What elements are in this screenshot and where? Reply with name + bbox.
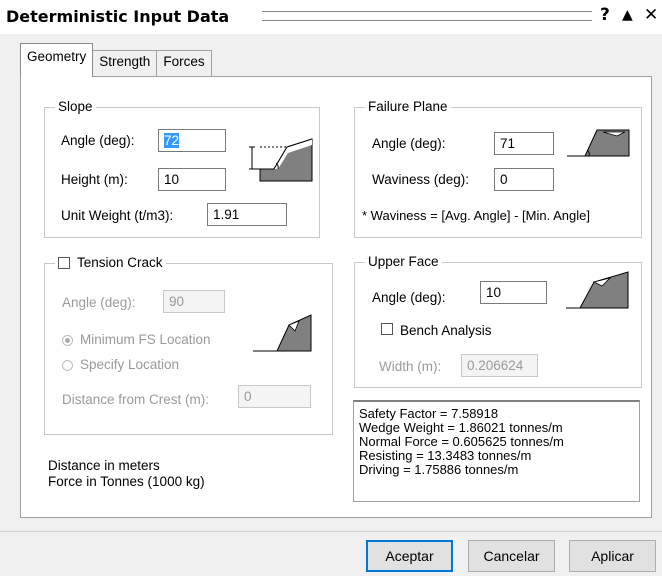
resisting-result: Resisting = 13.3483 tonnes/m	[359, 448, 532, 463]
tab-geometry[interactable]: Geometry	[20, 43, 94, 77]
tab-bar: Geometry Strength Forces	[20, 43, 212, 77]
failure-angle-label: Angle (deg):	[372, 136, 446, 151]
cancel-button[interactable]: Cancelar	[468, 540, 555, 572]
min-fs-radio[interactable]	[62, 334, 73, 346]
distance-crest-input[interactable]	[238, 385, 311, 408]
slope-diagram-icon	[249, 138, 313, 182]
slope-height-input[interactable]	[158, 168, 226, 191]
waviness-note: * Waviness = [Avg. Angle] - [Min. Angle]	[362, 208, 590, 223]
failure-plane-legend: Failure Plane	[365, 99, 451, 114]
slope-height-label: Height (m):	[61, 172, 128, 187]
bench-analysis-option[interactable]: Bench Analysis	[381, 323, 492, 338]
min-fs-option[interactable]: Minimum FS Location	[62, 332, 211, 347]
tension-crack-diagram-icon	[253, 314, 312, 352]
footer-divider	[0, 531, 662, 532]
close-icon[interactable]: ✕	[644, 5, 658, 25]
upper-angle-input[interactable]	[480, 281, 547, 304]
upper-face-diagram-icon	[566, 271, 629, 309]
distance-units-note: Distance in meters	[48, 458, 160, 473]
bench-analysis-checkbox[interactable]	[381, 323, 393, 335]
slope-angle-value: 72	[164, 133, 180, 148]
collapse-icon[interactable]: ▲	[622, 7, 633, 23]
force-units-note: Force in Tonnes (1000 kg)	[48, 474, 205, 489]
specify-location-label: Specify Location	[80, 357, 180, 372]
min-fs-label: Minimum FS Location	[80, 332, 211, 347]
help-icon[interactable]: ?	[600, 5, 610, 25]
waviness-input[interactable]	[494, 168, 554, 191]
failure-angle-input[interactable]	[494, 132, 554, 155]
safety-factor-result: Safety Factor = 7.58918	[359, 406, 499, 421]
waviness-label: Waviness (deg):	[372, 172, 470, 187]
tab-forces[interactable]: Forces	[156, 50, 212, 76]
tension-angle-input[interactable]	[163, 290, 225, 313]
tension-crack-legend: Tension Crack	[55, 255, 166, 270]
window-title: Deterministic Input Data	[6, 7, 230, 26]
slope-unit-weight-label: Unit Weight (t/m3):	[61, 208, 174, 223]
results-box: Safety Factor = 7.58918 Wedge Weight = 1…	[353, 400, 640, 502]
specify-location-radio[interactable]	[62, 359, 73, 371]
slope-unit-weight-input[interactable]	[207, 203, 287, 226]
tension-crack-checkbox[interactable]	[58, 256, 70, 269]
slope-angle-label: Angle (deg):	[61, 133, 135, 148]
slope-legend: Slope	[55, 99, 96, 114]
failure-plane-diagram-icon	[567, 129, 630, 157]
tension-angle-label: Angle (deg):	[62, 295, 136, 310]
bench-analysis-label: Bench Analysis	[400, 323, 492, 338]
wedge-weight-result: Wedge Weight = 1.86021 tonnes/m	[359, 420, 563, 435]
bench-width-label: Width (m):	[379, 359, 442, 374]
tab-strength[interactable]: Strength	[92, 50, 158, 76]
specify-location-option[interactable]: Specify Location	[62, 357, 179, 372]
tension-crack-label: Tension Crack	[77, 255, 163, 270]
driving-result: Driving = 1.75886 tonnes/m	[359, 462, 519, 477]
accept-button[interactable]: Aceptar	[366, 540, 453, 572]
title-divider	[262, 11, 592, 21]
upper-face-legend: Upper Face	[365, 254, 442, 269]
apply-button[interactable]: Aplicar	[569, 540, 656, 572]
title-bar: Deterministic Input Data ? ▲ ✕	[0, 0, 662, 34]
distance-crest-label: Distance from Crest (m):	[62, 392, 210, 407]
upper-angle-label: Angle (deg):	[372, 290, 446, 305]
normal-force-result: Normal Force = 0.605625 tonnes/m	[359, 434, 564, 449]
bench-width-input[interactable]	[461, 354, 538, 377]
slope-angle-input[interactable]: 72	[158, 129, 226, 152]
